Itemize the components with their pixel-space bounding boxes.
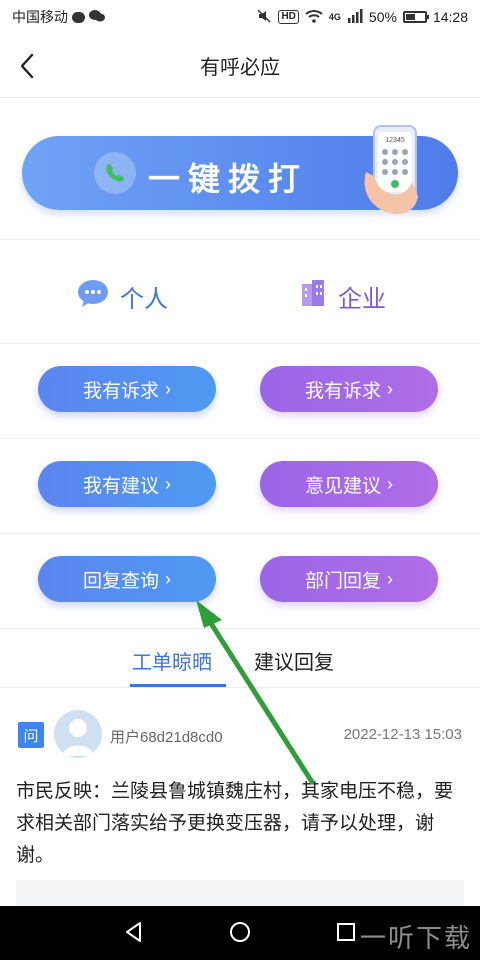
chevron-right-icon: ›: [387, 568, 393, 589]
tab-personal[interactable]: 个人: [76, 278, 168, 315]
company-suggestion-label: 意见建议: [304, 475, 381, 497]
signal-icon: [347, 8, 363, 26]
home-circle-icon[interactable]: [228, 920, 252, 949]
chevron-right-icon: ›: [165, 378, 171, 399]
battery-icon: [402, 11, 429, 23]
chevron-right-icon: ›: [165, 473, 171, 494]
network-type: 4G: [328, 12, 341, 22]
system-nav-bar: 一听下载: [0, 906, 480, 960]
personal-appeal-button[interactable]: 我有诉求 ›: [38, 366, 216, 412]
one-click-call-label: 一键拨打: [148, 161, 309, 197]
phone-icon: [94, 152, 136, 194]
avatar: [54, 710, 102, 758]
action-row-1: 我有诉求 › 我有诉求 ›: [0, 344, 480, 439]
chevron-right-icon: ›: [165, 568, 171, 589]
top-nav: 有呼必应: [0, 34, 480, 98]
feed-tabs: 工单晾晒 建议回复: [0, 630, 480, 688]
banner-section: 一键拨打 12345: [0, 98, 480, 240]
active-tab-indicator: [130, 684, 226, 687]
reply-query-button[interactable]: 回复查询 ›: [38, 556, 216, 602]
personal-appeal-label: 我有诉求: [82, 380, 159, 402]
message-icon: [72, 11, 85, 23]
carrier-label: 中国移动: [12, 9, 68, 25]
recent-apps-icon[interactable]: [334, 920, 358, 949]
list-item[interactable]: 问 用户68d21d8cd0 2022-12-13 15:03 市民反映：兰陵县…: [0, 690, 480, 910]
mute-icon: [256, 8, 272, 27]
chevron-right-icon: ›: [387, 378, 393, 399]
company-appeal-button[interactable]: 我有诉求 ›: [260, 366, 438, 412]
wifi-icon: [305, 9, 323, 26]
post-username: 用户68d21d8cd0: [110, 729, 223, 746]
building-icon: [298, 278, 328, 315]
reply-query-label: 回复查询: [82, 570, 159, 592]
back-arrow-icon[interactable]: [14, 52, 42, 80]
clock: 14:28: [432, 9, 468, 25]
company-appeal-label: 我有诉求: [304, 380, 381, 402]
battery-percent: 50%: [368, 9, 397, 25]
chat-bubble-icon: [76, 278, 110, 315]
watermark-logo: 一听下载: [359, 923, 472, 953]
question-badge: 问: [18, 722, 44, 748]
personal-suggestion-label: 我有建议: [82, 475, 159, 497]
personal-suggestion-button[interactable]: 我有建议 ›: [38, 461, 216, 507]
department-reply-label: 部门回复: [304, 570, 381, 592]
hd-badge: HD: [278, 10, 299, 24]
hand-phone-illustration: 12345: [360, 122, 430, 218]
tab-work-order-showcase[interactable]: 工单晾晒: [132, 646, 212, 675]
tab-suggestion-reply[interactable]: 建议回复: [254, 646, 334, 675]
category-tabs: 个人 企业: [0, 240, 480, 344]
company-suggestion-button[interactable]: 意见建议 ›: [260, 461, 438, 507]
phone-screen-number: 12345: [385, 137, 405, 144]
action-row-3: 回复查询 › 部门回复 ›: [0, 534, 480, 629]
one-click-call-button[interactable]: 一键拨打 12345: [22, 125, 458, 215]
action-row-2: 我有建议 › 意见建议 ›: [0, 439, 480, 534]
back-triangle-icon[interactable]: [122, 920, 146, 949]
post-body: 市民反映：兰陵县鲁城镇魏庄村，其家电压不稳，要求相关部门落实给予更换变压器，请予…: [16, 781, 454, 866]
department-reply-button[interactable]: 部门回复 ›: [260, 556, 438, 602]
post-timestamp: 2022-12-13 15:03: [343, 726, 462, 743]
page-title: 有呼必应: [200, 57, 280, 79]
tab-company[interactable]: 企业: [298, 278, 386, 315]
wechat-icon: [89, 9, 105, 25]
status-bar: 中国移动 HD 4G 50% 14:28: [0, 0, 480, 34]
chevron-right-icon: ›: [387, 473, 393, 494]
tab-personal-label: 个人: [120, 286, 168, 313]
tab-company-label: 企业: [338, 286, 386, 313]
